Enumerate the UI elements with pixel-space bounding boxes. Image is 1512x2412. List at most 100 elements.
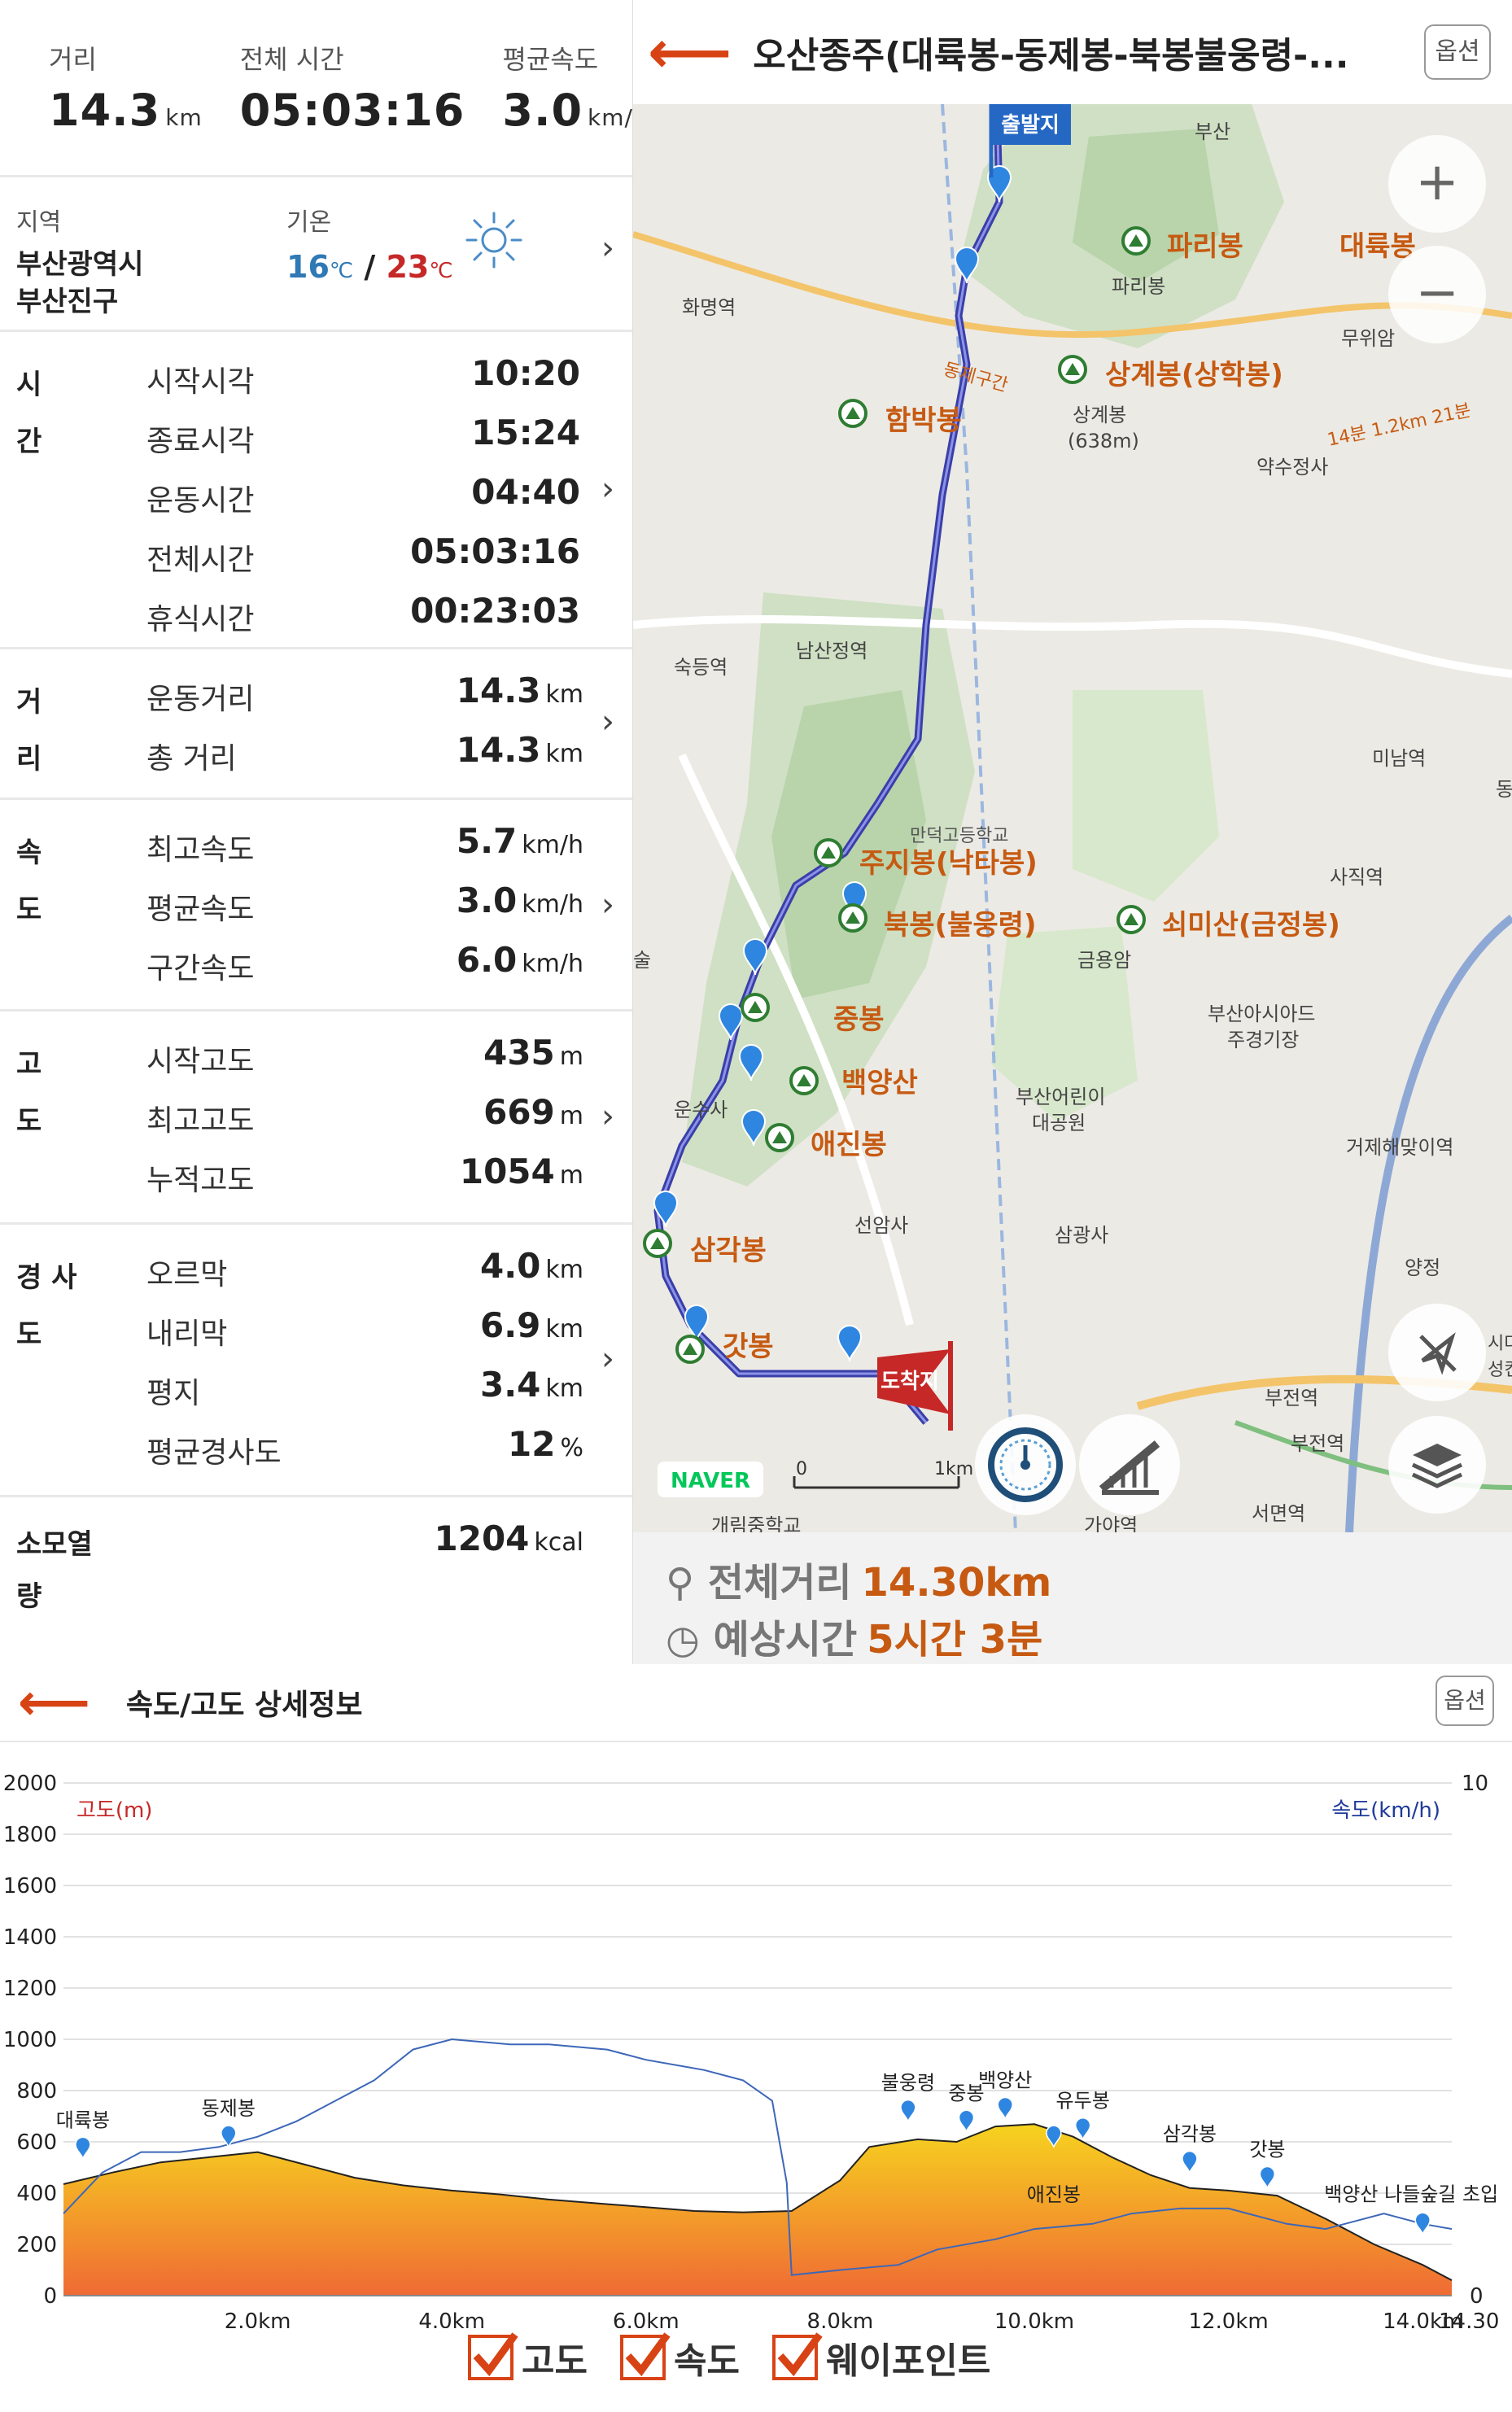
map-label: 주경기장 bbox=[1227, 1029, 1299, 1051]
region-weather-row[interactable]: 지역 부산광역시 부산진구 기온 16℃ / 23℃ › bbox=[0, 177, 632, 332]
stat-label: 종료시각 bbox=[146, 425, 255, 458]
map-panel: ⟵ 오산종주(대륙봉-동제봉-북봉불웅령-... 옵션 출발지 도착지 파리봉 … bbox=[633, 0, 1512, 1664]
map-label: 북봉(불웅령) bbox=[884, 909, 1036, 942]
legend-altitude-toggle[interactable]: 고도 bbox=[468, 2331, 588, 2384]
y-tick-label: 400 bbox=[16, 2182, 57, 2206]
estimated-time-label: 예상시간 bbox=[713, 1617, 858, 1663]
x-tick-label: 2.0km bbox=[225, 2309, 291, 2328]
end-flag: 도착지 bbox=[877, 1341, 953, 1431]
stat-unit: m bbox=[559, 1042, 583, 1071]
legend-speed-toggle[interactable]: 속도 bbox=[619, 2331, 740, 2384]
stat-row-uphill: 오르막 4.0 km bbox=[0, 1241, 632, 1300]
legend-label: 속도 bbox=[673, 2340, 740, 2382]
start-flag-label: 출발지 bbox=[1001, 113, 1060, 138]
region-district: 부산진구 bbox=[16, 286, 119, 318]
speed-group[interactable]: 속도 최고속도 5.7 km/h 평균속도 3.0 km/h 구간속도 6.0 km/h › bbox=[0, 800, 632, 1012]
waypoint-label: 유두봉 bbox=[1056, 2090, 1110, 2113]
options-button[interactable]: 옵션 bbox=[1436, 1676, 1494, 1726]
slope-group[interactable]: 경 사도 오르막 4.0 km 내리막 6.9 km 평지 3.4 km 평균경사도 12% … bbox=[0, 1225, 632, 1497]
map-label: 만덕고등학교 bbox=[910, 826, 1008, 846]
altitude-group[interactable]: 고도 시작고도 435 m 최고고도 669 m 누적고도 1054 m › bbox=[0, 1012, 632, 1225]
calories-label-1: 소모열 bbox=[16, 1528, 93, 1561]
chevron-right-icon[interactable]: › bbox=[601, 703, 614, 741]
y-tick-label: 1000 bbox=[3, 2028, 57, 2052]
stat-value: 15:24 bbox=[471, 413, 580, 452]
back-arrow-icon[interactable]: ⟵ bbox=[648, 23, 732, 81]
checkbox-checked-icon[interactable] bbox=[468, 2332, 518, 2380]
stat-row-total-time: 전체시간 05:03:16 bbox=[0, 527, 632, 586]
calories-value: 1204 bbox=[434, 1518, 530, 1558]
stat-row-avg-speed: 평균속도 3.0 km/h bbox=[0, 876, 632, 935]
temperature-label: 기온 bbox=[286, 208, 332, 237]
stat-value: 14.3 bbox=[456, 671, 541, 710]
summary-distance-value: 14.3 bbox=[49, 85, 161, 136]
stat-unit: km bbox=[545, 1315, 583, 1344]
checkbox-checked-icon[interactable] bbox=[619, 2332, 671, 2380]
stat-unit: km bbox=[545, 1256, 583, 1284]
waypoint-label: 불웅령 bbox=[881, 2072, 935, 2095]
y-tick-label: 0 bbox=[43, 2284, 57, 2309]
time-group[interactable]: 시간 시작시각 10:20 종료시각 15:24 운동시간 04:40 전체시간 05:… bbox=[0, 332, 632, 649]
map-label: 숙등역 bbox=[674, 656, 728, 679]
y-tick-label: 1400 bbox=[3, 1925, 57, 1950]
map-canvas[interactable]: 출발지 도착지 파리봉 파리봉 대륙봉 무위암 상계봉(상학봉) 상계봉 (63… bbox=[633, 104, 1512, 1532]
stat-label: 운동시간 bbox=[146, 484, 255, 518]
map-label: 화명역 bbox=[682, 296, 736, 319]
layers-button[interactable] bbox=[1388, 1416, 1486, 1514]
chevron-right-icon[interactable]: › bbox=[601, 1340, 614, 1378]
chevron-right-icon[interactable]: › bbox=[601, 229, 614, 267]
checkbox-checked-icon[interactable] bbox=[771, 2332, 823, 2380]
legend-waypoint-toggle[interactable]: 웨이포인트 bbox=[771, 2331, 991, 2384]
stat-label: 최고속도 bbox=[146, 833, 255, 867]
stat-value: 12 bbox=[508, 1424, 556, 1464]
stat-value: 669 bbox=[483, 1092, 555, 1132]
map-label: 금용암 bbox=[1077, 949, 1131, 972]
stat-label: 운동거리 bbox=[146, 683, 255, 716]
estimated-time-value: 5시간 3분 bbox=[867, 1617, 1043, 1663]
map-label: 약수정사 bbox=[1256, 456, 1328, 478]
stat-row-total-distance: 총 거리 14.3 km bbox=[0, 725, 632, 784]
map-label: 성킨 bbox=[1488, 1360, 1512, 1380]
x-tick-label: 10.0km bbox=[994, 2309, 1074, 2328]
distance-group[interactable]: 거리 운동거리 14.3 km 총 거리 14.3 km › bbox=[0, 649, 632, 800]
map-label: 부산 bbox=[1195, 120, 1230, 143]
map-label: 무위암 bbox=[1341, 327, 1395, 350]
elevation-button[interactable] bbox=[1079, 1414, 1180, 1515]
map-label: 사직역 bbox=[1330, 866, 1383, 889]
stat-value: 3.0 bbox=[456, 880, 518, 920]
y2-tick-label: 0 bbox=[1470, 2284, 1484, 2309]
calories-group: 소모열 량 1204 kcal bbox=[0, 1497, 632, 1619]
altitude-area bbox=[63, 2124, 1452, 2296]
compass-off-button[interactable] bbox=[1388, 1304, 1486, 1401]
stat-label: 시작시각 bbox=[146, 365, 255, 399]
speedometer-button[interactable] bbox=[975, 1414, 1076, 1515]
stat-label: 평균속도 bbox=[146, 893, 255, 926]
waypoint-label: 애진봉 bbox=[1027, 2183, 1081, 2206]
chevron-right-icon[interactable]: › bbox=[601, 470, 614, 508]
map-label: 백양산 bbox=[841, 1067, 918, 1099]
stat-label: 전체시간 bbox=[146, 544, 255, 577]
stat-value: 05:03:16 bbox=[410, 531, 580, 571]
y-tick-label: 600 bbox=[16, 2130, 57, 2155]
map-label: 상계봉 bbox=[1073, 404, 1126, 426]
map-header: ⟵ 오산종주(대륙봉-동제봉-북봉불웅령-... 옵션 bbox=[633, 0, 1512, 104]
legend-label: 웨이포인트 bbox=[825, 2340, 991, 2382]
map-label: 파리봉 bbox=[1112, 275, 1165, 298]
elevation-chart[interactable]: 2000180016001400120010008006004002000100… bbox=[0, 1742, 1512, 2334]
zoom-in-button[interactable]: + bbox=[1388, 135, 1486, 233]
stat-value: 6.0 bbox=[456, 940, 518, 980]
map-label: 상계봉(상학봉) bbox=[1105, 359, 1283, 391]
waypoint-pin bbox=[1074, 2117, 1091, 2140]
waypoint-pin bbox=[1259, 2165, 1276, 2189]
x-tick-label: 14.30 bbox=[1439, 2309, 1499, 2328]
options-button[interactable]: 옵션 bbox=[1424, 24, 1491, 80]
map-view[interactable]: 출발지 도착지 파리봉 파리봉 대륙봉 무위암 상계봉(상학봉) 상계봉 (63… bbox=[633, 104, 1512, 1532]
stat-unit: m bbox=[559, 1102, 583, 1130]
chevron-right-icon[interactable]: › bbox=[601, 886, 614, 924]
chevron-right-icon[interactable]: › bbox=[601, 1098, 614, 1135]
zoom-out-button[interactable]: − bbox=[1388, 246, 1486, 343]
waypoint-pin bbox=[1414, 2212, 1431, 2235]
stat-row-start-altitude: 시작고도 435 m bbox=[0, 1028, 632, 1087]
summary-total-time-value: 05:03:16 bbox=[239, 85, 465, 136]
back-arrow-icon[interactable]: ⟵ bbox=[18, 1677, 90, 1728]
